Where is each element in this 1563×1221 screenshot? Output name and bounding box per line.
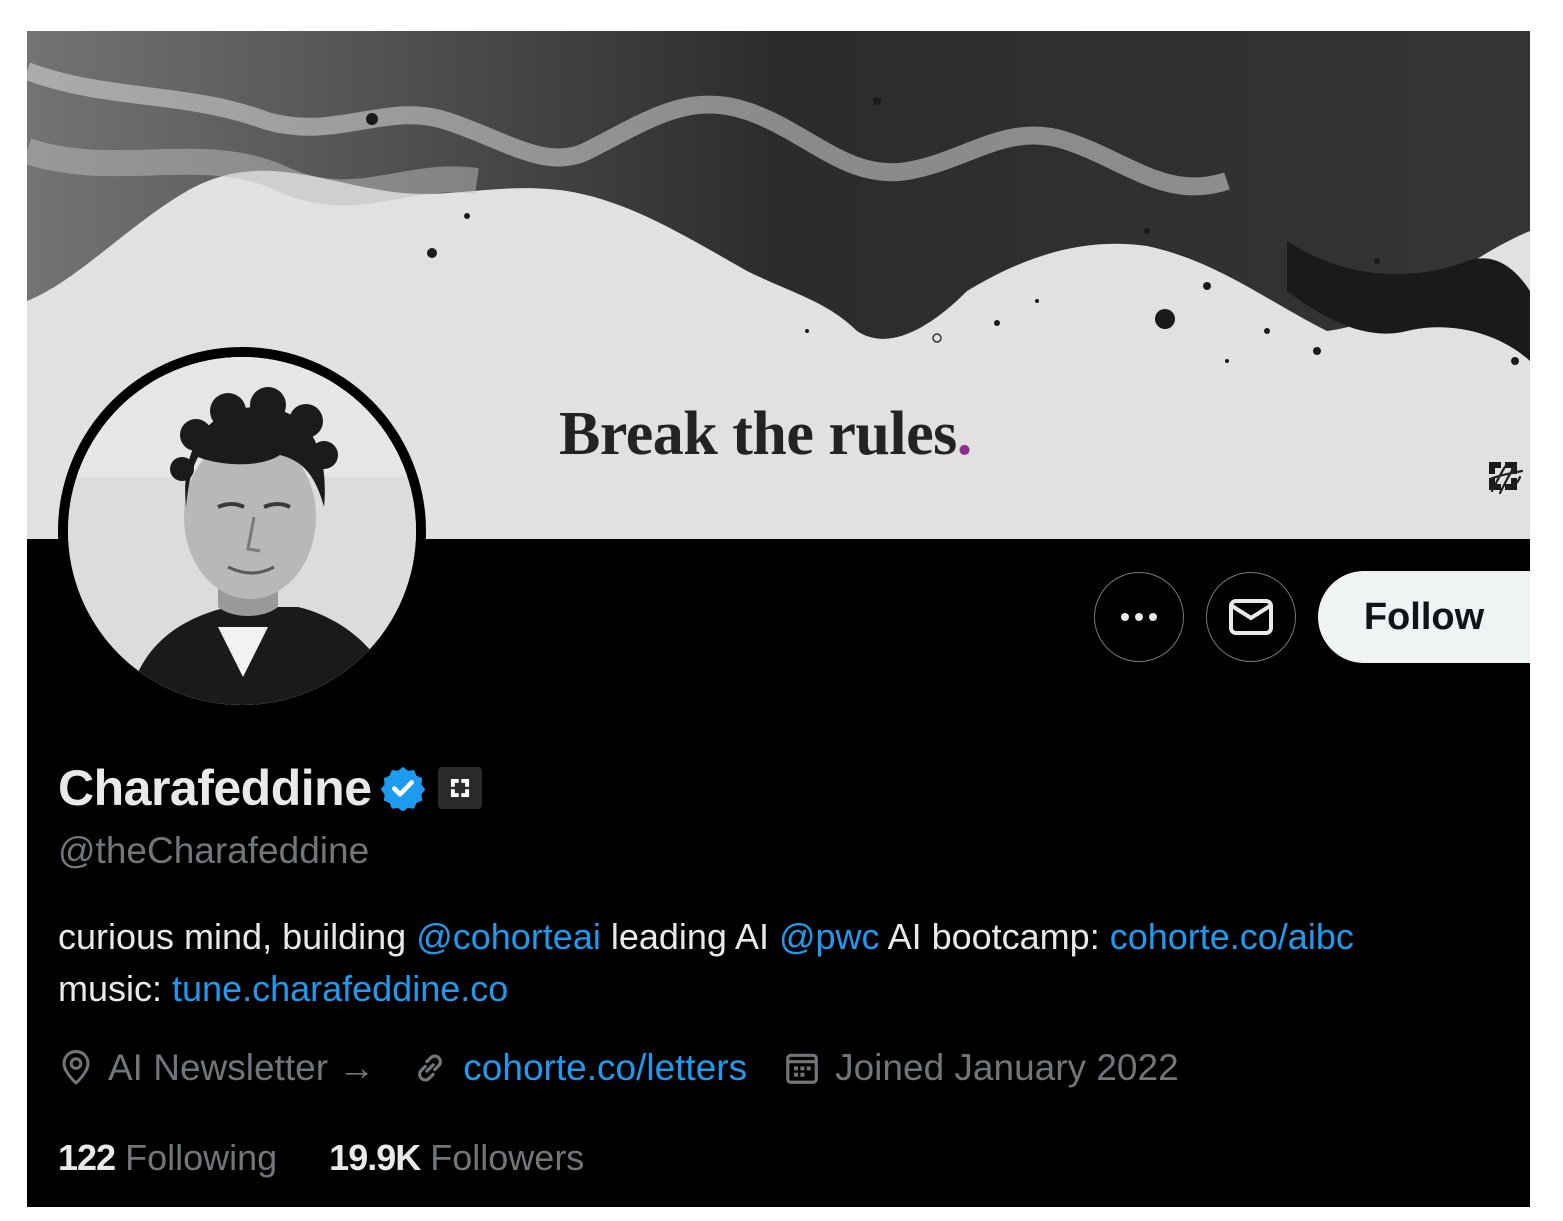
followers-count: 19.9K [329, 1137, 421, 1178]
meta-website: cohorte.co/letters [411, 1047, 747, 1089]
more-button[interactable] [1094, 572, 1184, 662]
mail-icon [1229, 599, 1273, 635]
following-label: Following [125, 1137, 278, 1178]
location-pin-icon [62, 1049, 90, 1085]
location-text: AI Newsletter → [108, 1047, 376, 1088]
signature-icon [1488, 461, 1524, 495]
banner-tagline-text: Break the rules [559, 400, 957, 468]
cohorte-affiliate-icon [450, 778, 469, 798]
meta-joined: Joined January 2022 [783, 1047, 1179, 1089]
more-icon [1121, 613, 1157, 621]
bio-mention-cohorteai[interactable]: @cohorteai [416, 916, 601, 957]
bio-link-music[interactable]: tune.charafeddine.co [172, 968, 508, 1009]
bio-text: curious mind, building [58, 916, 417, 957]
profile-bio: curious mind, building @cohorteai leadin… [58, 911, 1518, 1015]
display-name: Charafeddine [58, 760, 372, 816]
link-icon [418, 1054, 443, 1082]
avatar-portrait-image [68, 357, 416, 705]
followers-label: Followers [430, 1137, 585, 1178]
profile-stats: 122 Following 19.9K Followers [58, 1137, 636, 1179]
user-handle: @theCharafeddine [58, 830, 370, 871]
message-button[interactable] [1206, 572, 1296, 662]
bio-text: AI bootcamp: [879, 916, 1110, 957]
followers-stat[interactable]: 19.9K Followers [329, 1137, 584, 1179]
bio-text: leading AI [600, 916, 779, 957]
profile-actions: Follow [1094, 571, 1530, 663]
website-link[interactable]: cohorte.co/letters [463, 1047, 747, 1089]
profile-meta: AI Newsletter → cohorte.co/letters Joine… [58, 1047, 1215, 1089]
banner-tagline-dot: . [956, 400, 973, 468]
bio-link-aibc[interactable]: cohorte.co/aibc [1110, 916, 1354, 957]
joined-text: Joined January 2022 [835, 1047, 1179, 1088]
bio-mention-pwc[interactable]: @pwc [779, 916, 880, 957]
avatar[interactable] [58, 347, 426, 715]
cohorte-affiliate-badge[interactable] [437, 767, 482, 809]
profile-card: Break the rules. Follow Charafeddine @th… [27, 31, 1530, 1207]
verified-badge-icon[interactable] [380, 765, 426, 811]
bio-text: music: [58, 968, 173, 1009]
banner-tagline: Break the rules. [559, 399, 972, 470]
following-count: 122 [58, 1137, 116, 1178]
calendar-icon [786, 1053, 818, 1084]
meta-location: AI Newsletter → [58, 1047, 375, 1089]
avatar-photo [68, 357, 416, 705]
follow-button[interactable]: Follow [1318, 571, 1530, 663]
display-name-row: Charafeddine [58, 759, 482, 817]
following-stat[interactable]: 122 Following [58, 1137, 277, 1179]
